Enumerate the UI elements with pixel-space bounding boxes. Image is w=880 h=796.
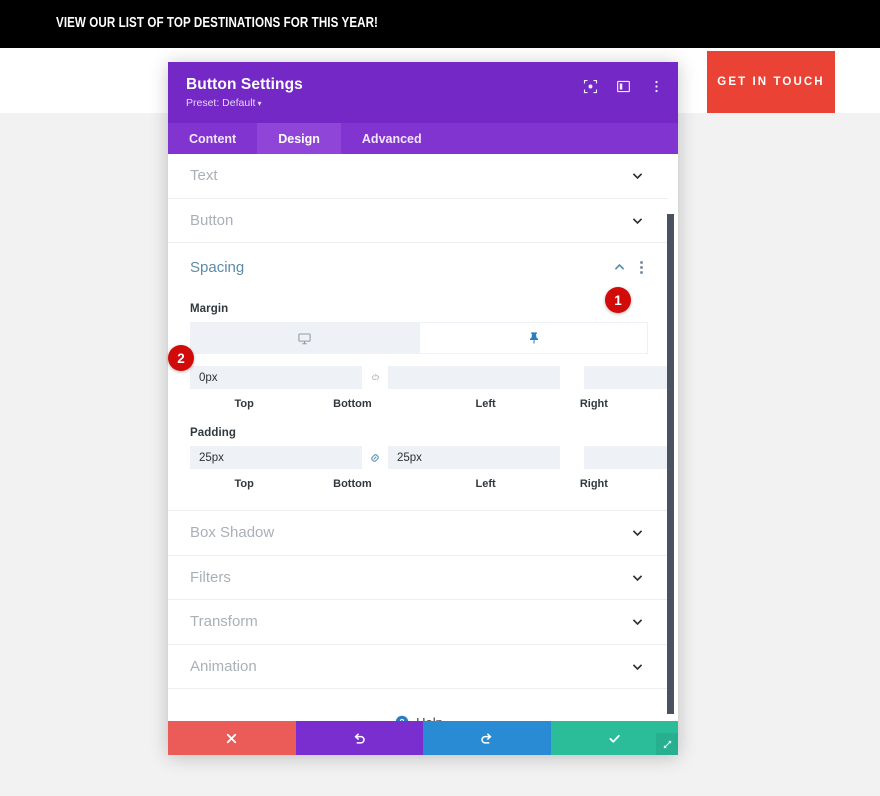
margin-top-bottom-link-icon[interactable] bbox=[362, 366, 388, 389]
padding-inputs-row bbox=[190, 446, 670, 472]
chevron-down-icon: ▾ bbox=[257, 99, 262, 108]
padding-left-input[interactable] bbox=[584, 446, 670, 469]
margin-right-label: Right bbox=[579, 398, 608, 410]
page-root: VIEW OUR LIST OF TOP DESTINATIONS FOR TH… bbox=[0, 0, 880, 796]
section-button-label: Button bbox=[190, 211, 234, 229]
section-box-shadow-label: Box Shadow bbox=[190, 524, 275, 542]
padding-top-label: Top bbox=[234, 478, 254, 490]
margin-labels-row: Top Bottom Left Right bbox=[190, 398, 648, 410]
section-animation-label: Animation bbox=[190, 657, 257, 675]
section-text[interactable]: Text bbox=[168, 154, 670, 199]
resize-diagonal-icon bbox=[663, 740, 671, 748]
margin-label: Margin bbox=[190, 303, 229, 315]
section-spacing-label: Spacing bbox=[190, 258, 245, 276]
padding-top-bottom-link-icon[interactable] bbox=[362, 446, 388, 469]
close-icon bbox=[227, 733, 237, 743]
resize-handle[interactable] bbox=[656, 733, 678, 755]
labels-gap bbox=[407, 398, 432, 410]
pin-icon bbox=[529, 332, 538, 344]
padding-lr-labels: Left Right bbox=[432, 478, 649, 490]
labels-gap-2 bbox=[407, 478, 432, 490]
focus-target-icon[interactable] bbox=[583, 79, 598, 94]
spacing-panel: Margin 0px Top Bottom Left Right Padding… bbox=[168, 291, 670, 511]
section-button[interactable]: Button bbox=[168, 199, 670, 243]
padding-top-bottom-pair bbox=[190, 446, 560, 469]
padding-right-label: Right bbox=[579, 478, 608, 490]
tab-advanced-label: Advanced bbox=[361, 131, 422, 146]
margin-left-right-pair bbox=[584, 366, 670, 389]
get-in-touch-button[interactable]: GET IN TOUCH bbox=[707, 51, 835, 113]
margin-bottom-label: Bottom bbox=[333, 398, 372, 410]
chevron-down-icon bbox=[632, 218, 643, 224]
button-settings-modal: Button Settings Preset: Default ▾ Conten… bbox=[168, 62, 678, 755]
padding-top-input[interactable] bbox=[190, 446, 362, 469]
section-spacing[interactable]: Spacing bbox=[168, 243, 670, 291]
preset-label: Preset: Default bbox=[186, 97, 256, 109]
chevron-down-icon bbox=[632, 173, 643, 180]
padding-label: Padding bbox=[190, 427, 237, 439]
section-box-shadow[interactable]: Box Shadow bbox=[168, 511, 670, 556]
section-text-label: Text bbox=[190, 167, 218, 185]
scrollbar-track[interactable] bbox=[667, 154, 676, 721]
chevron-down-icon bbox=[632, 575, 643, 581]
redo-icon bbox=[481, 732, 492, 744]
modal-body: Text Button Spacing Margin 0px Top Botto… bbox=[168, 154, 678, 721]
section-transform[interactable]: Transform bbox=[168, 600, 670, 645]
site-announcement-bar: VIEW OUR LIST OF TOP DESTINATIONS FOR TH… bbox=[0, 0, 880, 48]
padding-bottom-label: Bottom bbox=[333, 478, 372, 490]
layout-split-icon[interactable] bbox=[616, 79, 631, 94]
padding-tb-labels: Top Bottom bbox=[190, 478, 407, 490]
undo-icon bbox=[354, 732, 365, 744]
desktop-monitor-icon bbox=[298, 332, 311, 344]
check-icon bbox=[609, 734, 620, 743]
tab-content[interactable]: Content bbox=[168, 123, 257, 154]
margin-left-input[interactable] bbox=[584, 366, 670, 389]
chevron-down-icon bbox=[632, 619, 643, 626]
section-transform-label: Transform bbox=[190, 613, 258, 631]
cancel-button[interactable] bbox=[168, 721, 296, 755]
margin-left-label: Left bbox=[475, 398, 496, 410]
chevron-up-icon[interactable] bbox=[613, 261, 626, 274]
section-spacing-options-icon[interactable] bbox=[640, 259, 644, 276]
device-tab-pin[interactable] bbox=[419, 322, 648, 354]
modal-header-icons bbox=[583, 79, 664, 94]
modal-tabs: Content Design Advanced bbox=[168, 123, 678, 154]
get-in-touch-label: GET IN TOUCH bbox=[717, 76, 825, 88]
kebab-menu-icon[interactable] bbox=[649, 79, 664, 94]
device-tab-desktop[interactable] bbox=[190, 322, 419, 354]
margin-bottom-input[interactable] bbox=[388, 366, 560, 389]
chevron-down-icon bbox=[632, 664, 643, 670]
tab-advanced[interactable]: Advanced bbox=[341, 123, 443, 154]
scrollbar-thumb[interactable] bbox=[667, 214, 674, 714]
settings-scroll-area: Text Button Spacing Margin 0px Top Botto… bbox=[168, 154, 670, 721]
section-animation[interactable]: Animation bbox=[168, 645, 670, 689]
chevron-down-icon bbox=[632, 530, 643, 537]
margin-inputs-row bbox=[190, 366, 670, 392]
margin-top-input[interactable] bbox=[190, 366, 362, 389]
padding-left-right-pair bbox=[584, 446, 670, 469]
margin-tb-labels: Top Bottom bbox=[190, 398, 407, 410]
modal-header: Button Settings Preset: Default ▾ bbox=[168, 62, 678, 123]
annotation-badge-2: 2 bbox=[168, 345, 194, 371]
annotation-badge-1: 1 bbox=[605, 287, 631, 313]
padding-bottom-input[interactable] bbox=[388, 446, 560, 469]
tab-content-label: Content bbox=[189, 131, 237, 146]
padding-labels-row: Top Bottom Left Right bbox=[190, 478, 648, 490]
undo-button[interactable] bbox=[295, 721, 423, 755]
modal-footer bbox=[168, 721, 678, 755]
announcement-text: VIEW OUR LIST OF TOP DESTINATIONS FOR TH… bbox=[56, 15, 379, 31]
section-filters[interactable]: Filters bbox=[168, 556, 670, 600]
tab-design[interactable]: Design bbox=[257, 123, 341, 154]
padding-left-label: Left bbox=[475, 478, 496, 490]
margin-device-tabs bbox=[190, 322, 648, 354]
help-link[interactable]: ? Help bbox=[168, 689, 670, 721]
section-filters-label: Filters bbox=[190, 568, 231, 586]
modal-preset-selector[interactable]: Preset: Default ▾ bbox=[186, 97, 660, 109]
margin-top-label: Top bbox=[234, 398, 254, 410]
tab-design-label: Design bbox=[278, 131, 320, 146]
margin-top-bottom-pair bbox=[190, 366, 560, 389]
redo-button[interactable] bbox=[423, 721, 551, 755]
margin-lr-labels: Left Right bbox=[432, 398, 649, 410]
